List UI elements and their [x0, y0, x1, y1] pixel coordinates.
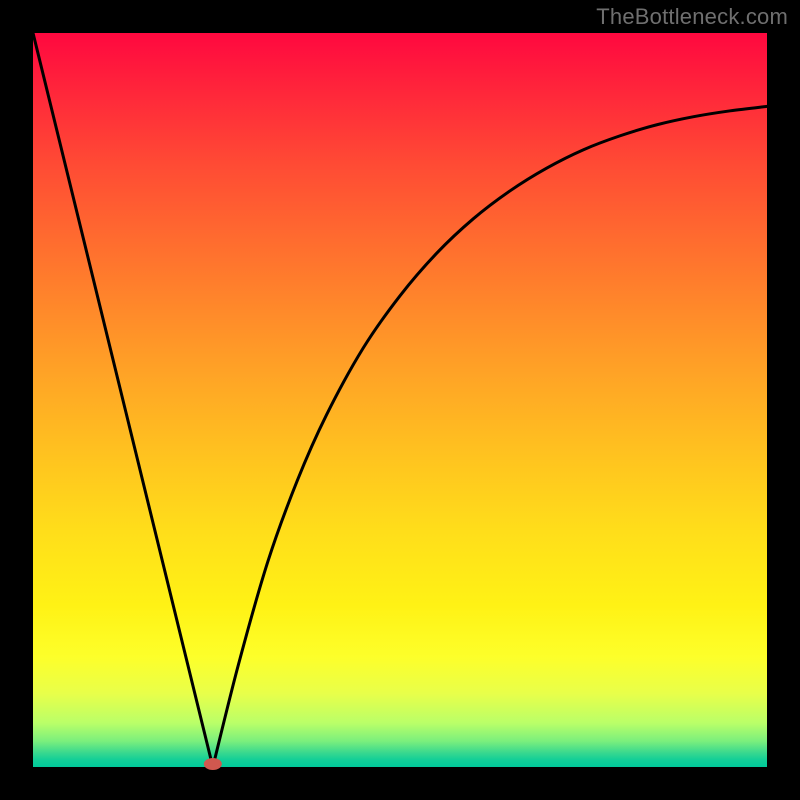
watermark-text: TheBottleneck.com [596, 4, 788, 30]
minimum-marker [204, 758, 222, 770]
chart-frame: TheBottleneck.com [0, 0, 800, 800]
bottleneck-curve [33, 33, 767, 767]
plot-area [33, 33, 767, 767]
